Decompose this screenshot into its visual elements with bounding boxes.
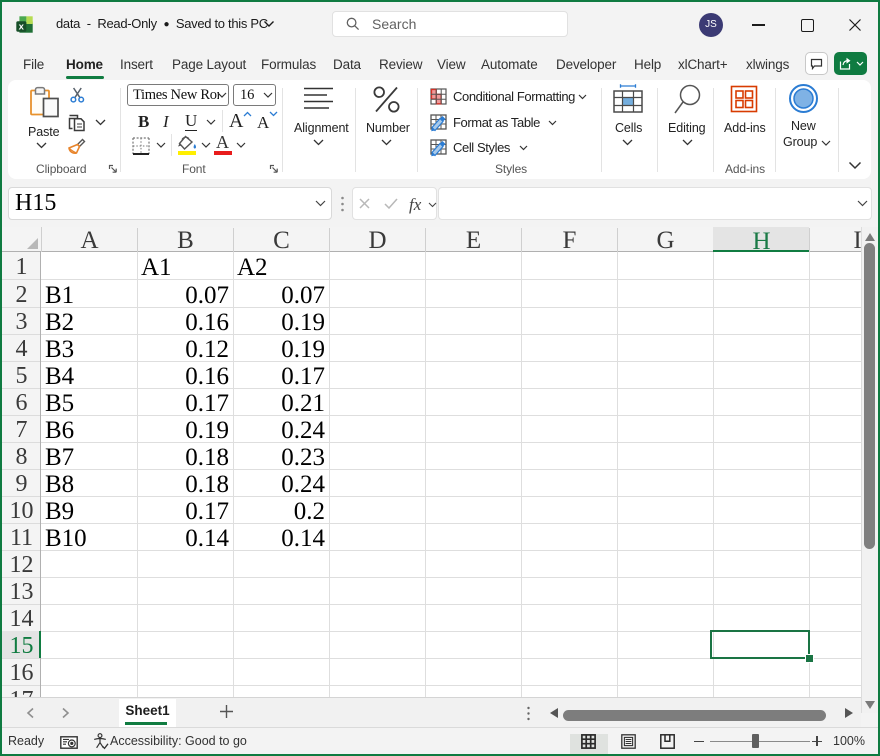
svg-text:x: x: [19, 21, 25, 32]
